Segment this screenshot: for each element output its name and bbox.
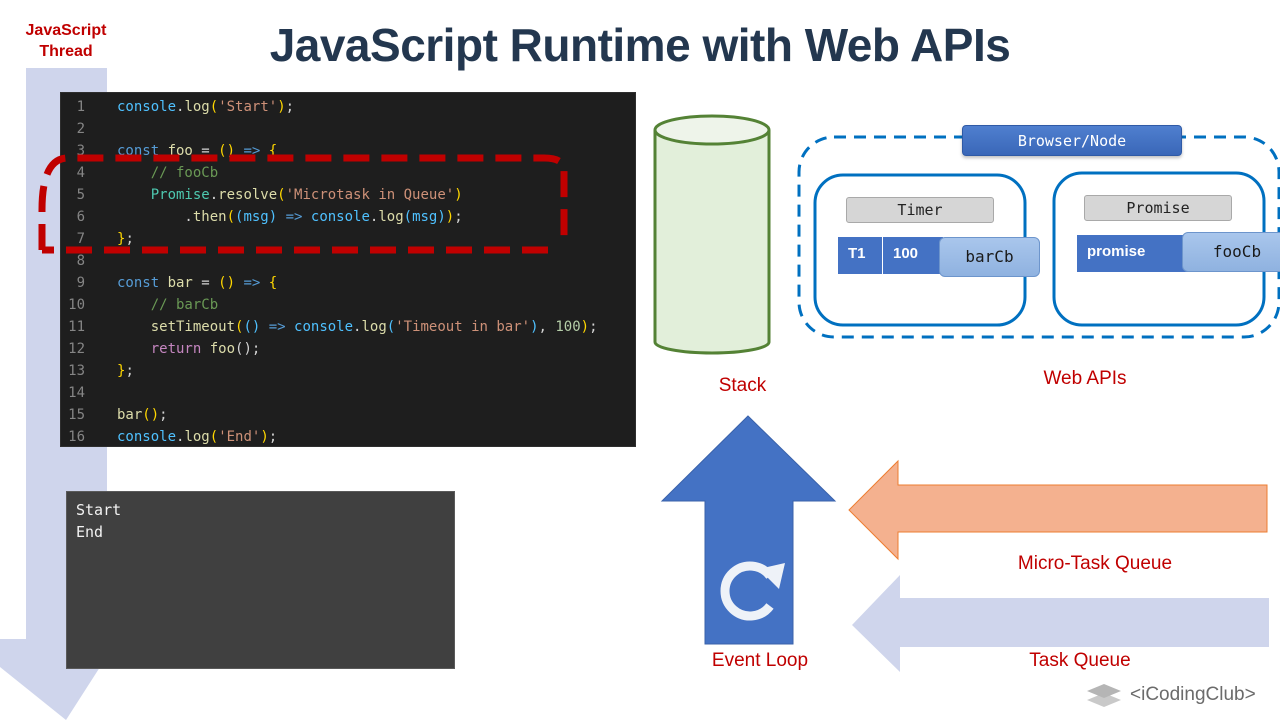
- line-number: 2: [76, 121, 85, 137]
- code-line: 9 const bar = () => {: [61, 272, 635, 294]
- line-number: 12: [68, 341, 85, 357]
- line-number: 13: [68, 363, 85, 379]
- line-number: 14: [68, 385, 85, 401]
- code-line: 10 // barCb: [61, 294, 635, 316]
- code-line: 12 return foo();: [61, 338, 635, 360]
- timer-title: Timer: [846, 197, 994, 223]
- code-line: 15 bar();: [61, 404, 635, 426]
- line-number: 9: [76, 275, 85, 291]
- slide-title: JavaScript Runtime with Web APIs: [269, 19, 1011, 71]
- stack-label: Stack: [718, 375, 767, 396]
- line-number: 10: [68, 297, 85, 313]
- code-line: 14: [61, 382, 635, 404]
- line-number: 16: [68, 429, 85, 445]
- code-line: 2: [61, 118, 635, 140]
- foocb-callback-chip: fooCb: [1182, 232, 1280, 272]
- microtask-queue-arrow: [848, 459, 1268, 561]
- javascript-thread-label: JavaScript Thread: [10, 20, 122, 62]
- code-text: const bar = () => {: [117, 275, 278, 291]
- code-text: console.log('End');: [117, 429, 278, 445]
- code-editor: 1 console.log('Start'); 2 3 const foo = () =…: [60, 92, 636, 447]
- microtask-highlight-box: [38, 154, 568, 254]
- code-text: console.log('Start');: [117, 99, 295, 115]
- line-number: 15: [68, 407, 85, 423]
- thread-label-line1: JavaScript: [25, 22, 107, 39]
- code-text: };: [117, 363, 134, 379]
- code-text: setTimeout(() => console.log('Timeout in…: [117, 319, 598, 335]
- layers-icon: [1087, 684, 1121, 707]
- promise-title: Promise: [1084, 195, 1232, 221]
- console-output: Start End: [66, 491, 455, 669]
- event-loop-label: Event Loop: [711, 650, 809, 671]
- code-line: 13};: [61, 360, 635, 382]
- code-text: bar();: [117, 407, 168, 423]
- thread-label-line2: Thread: [39, 43, 93, 60]
- line-number: 11: [68, 319, 85, 335]
- line-number: 1: [76, 99, 85, 115]
- stack-cylinder: [653, 114, 771, 355]
- code-text: return foo();: [117, 341, 261, 357]
- browser-node-header: Browser/Node: [962, 125, 1182, 156]
- console-line: Start: [76, 501, 122, 519]
- microtask-queue-label: Micro-Task Queue: [1017, 553, 1173, 574]
- code-text: // barCb: [117, 297, 219, 313]
- brand-logo: <iCodingClub>: [1086, 682, 1256, 708]
- task-queue-label: Task Queue: [1029, 650, 1131, 671]
- console-line: End: [76, 523, 104, 541]
- timer-id-cell: T1: [838, 237, 882, 274]
- timer-delay-cell: 100: [883, 237, 943, 274]
- code-line: 16 console.log('End');: [61, 426, 635, 448]
- web-apis-label: Web APIs: [1043, 368, 1127, 389]
- brand-name: <iCodingClub>: [1130, 684, 1256, 705]
- code-line: 1 console.log('Start');: [61, 96, 635, 118]
- barcb-callback-chip: barCb: [939, 237, 1040, 277]
- event-loop-arrow: [660, 415, 837, 645]
- code-line: 11 setTimeout(() => console.log('Timeout…: [61, 316, 635, 338]
